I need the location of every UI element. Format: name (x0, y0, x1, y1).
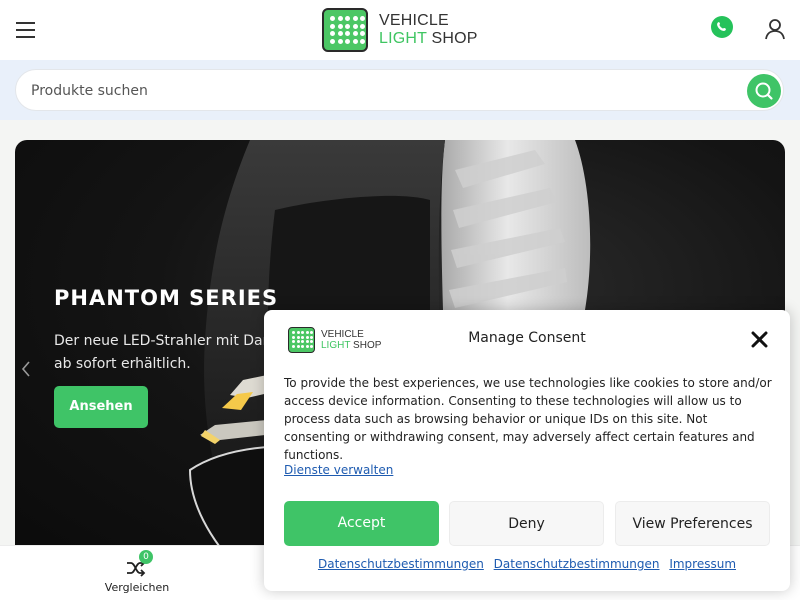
view-preferences-button[interactable]: View Preferences (615, 501, 770, 546)
logo-line2-green: LIGHT (379, 30, 427, 47)
cookie-consent-dialog: VEHICLE LIGHT SHOP Manage Consent To pro… (264, 310, 790, 591)
search-input[interactable] (31, 80, 731, 102)
logo-line2-rest: SHOP (426, 30, 478, 47)
consent-logo-line2-green: LIGHT (321, 340, 351, 351)
consent-body-text: To provide the best experiences, we use … (284, 376, 772, 462)
site-header: VEHICLE LIGHT SHOP (0, 0, 800, 60)
search-bar-area (0, 60, 800, 120)
consent-logo-mark (288, 327, 315, 353)
whatsapp-icon[interactable] (711, 16, 733, 38)
logo-text: VEHICLE LIGHT SHOP (379, 12, 478, 48)
hero-cta-button[interactable]: Ansehen (54, 386, 148, 428)
accept-button[interactable]: Accept (284, 501, 439, 546)
search-box (15, 69, 784, 111)
search-icon (755, 82, 773, 100)
site-logo[interactable]: VEHICLE LIGHT SHOP (322, 8, 482, 52)
close-icon[interactable] (751, 331, 768, 348)
compare-count-badge: 0 (139, 550, 153, 564)
hero-prev-button[interactable] (19, 358, 33, 380)
logo-mark (322, 8, 368, 52)
manage-services-link[interactable]: Dienste verwalten (284, 463, 393, 477)
compare-nav-item[interactable]: 0 Vergleichen (96, 546, 178, 600)
deny-button[interactable]: Deny (449, 501, 604, 546)
imprint-link[interactable]: Impressum (669, 557, 736, 571)
compare-label: Vergleichen (104, 581, 170, 594)
consent-title: Manage Consent (468, 330, 586, 346)
chevron-left-icon (21, 361, 30, 377)
privacy-policy-link[interactable]: Datenschutzbestimmungen (318, 557, 484, 571)
hero-title: PHANTOM SERIES (54, 286, 279, 310)
search-button[interactable] (747, 74, 781, 108)
hamburger-menu-icon[interactable] (16, 21, 35, 38)
user-icon[interactable] (764, 18, 786, 40)
privacy-policy-link-2[interactable]: Datenschutzbestimmungen (494, 557, 660, 571)
logo-line1: VEHICLE (379, 12, 449, 29)
consent-footer-links: Datenschutzbestimmungen Datenschutzbesti… (264, 557, 790, 571)
